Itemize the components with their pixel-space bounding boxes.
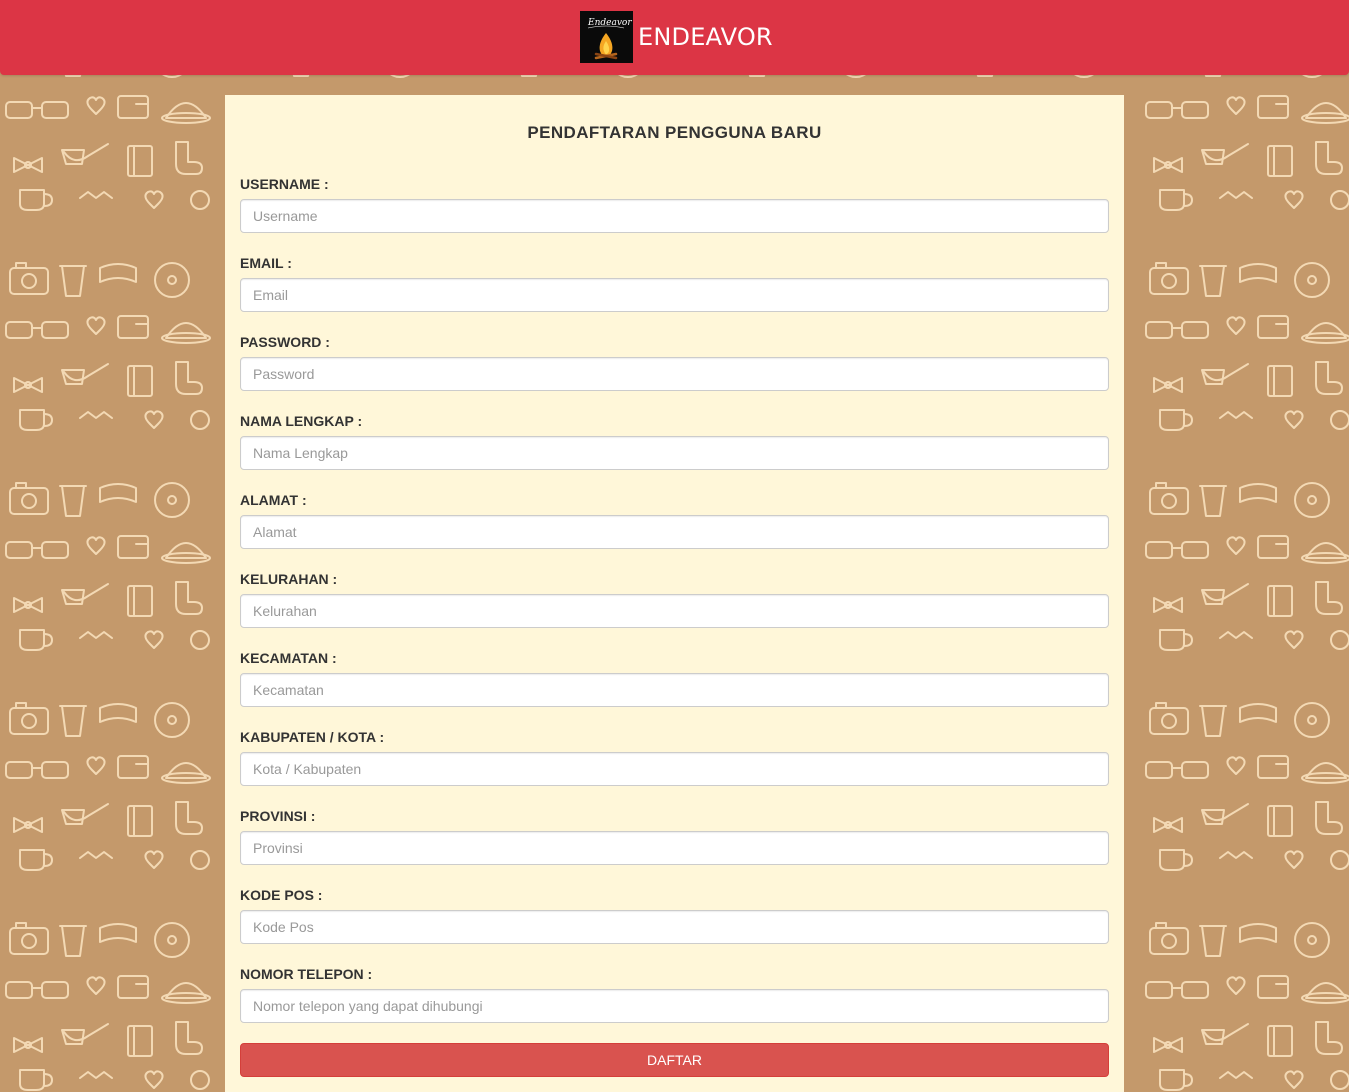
city-label: KABUPATEN / KOTA :	[240, 729, 385, 745]
campfire-icon: Endeavor	[587, 18, 632, 60]
province-label: PROVINSI :	[240, 808, 316, 824]
svg-text:Endeavor: Endeavor	[587, 18, 632, 28]
phone-input[interactable]	[240, 989, 1109, 1023]
username-input[interactable]	[240, 199, 1109, 233]
address-label: ALAMAT :	[240, 492, 307, 508]
kelurahan-label: KELURAHAN :	[240, 571, 338, 587]
brand-name: ENDEAVOR	[638, 23, 773, 51]
password-input[interactable]	[240, 357, 1109, 391]
kecamatan-input[interactable]	[240, 673, 1109, 707]
full-name-input[interactable]	[240, 436, 1109, 470]
email-input[interactable]	[240, 278, 1109, 312]
page-title: PENDAFTARAN PENGGUNA BARU	[527, 123, 822, 142]
brand-logo: Endeavor	[580, 11, 633, 63]
province-input[interactable]	[240, 831, 1109, 865]
brand-link[interactable]: Endeavor ENDEAVOR	[580, 11, 773, 63]
postal-code-label: KODE POS :	[240, 887, 323, 903]
kecamatan-label: KECAMATAN :	[240, 650, 337, 666]
password-label: PASSWORD :	[240, 334, 330, 350]
top-navbar: Endeavor ENDEAVOR	[0, 0, 1349, 75]
email-label: EMAIL :	[240, 255, 292, 271]
username-label: USERNAME :	[240, 176, 329, 192]
register-button[interactable]: DAFTAR	[240, 1043, 1109, 1077]
postal-code-input[interactable]	[240, 910, 1109, 944]
address-input[interactable]	[240, 515, 1109, 549]
registration-panel: PENDAFTARAN PENGGUNA BARU USERNAME : EMA…	[225, 95, 1124, 1092]
city-input[interactable]	[240, 752, 1109, 786]
full-name-label: NAMA LENGKAP :	[240, 413, 363, 429]
phone-label: NOMOR TELEPON :	[240, 966, 373, 982]
kelurahan-input[interactable]	[240, 594, 1109, 628]
